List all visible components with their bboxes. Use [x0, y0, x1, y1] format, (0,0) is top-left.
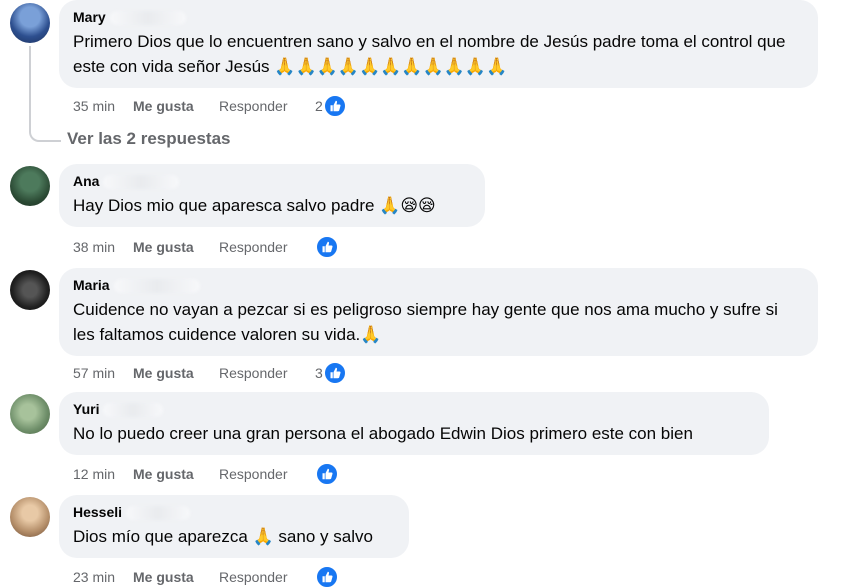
comment-text: Dios mío que aparezca 🙏 sano y salvo — [73, 527, 373, 546]
like-button[interactable]: Me gusta — [133, 239, 219, 255]
comment-actions: 38 min Me gusta Responder — [73, 236, 338, 258]
redacted-name — [126, 505, 191, 520]
comment-author[interactable]: Mary — [73, 8, 106, 27]
comment-time[interactable]: 38 min — [73, 239, 133, 255]
like-reaction-icon — [323, 95, 346, 117]
reaction-summary[interactable]: 3 — [315, 362, 346, 384]
reply-button[interactable]: Responder — [219, 569, 315, 585]
comment-bubble: Maria Cuidence no vayan a pezcar si es p… — [59, 268, 818, 356]
like-reaction-icon — [316, 463, 338, 485]
comment-bubble: Mary Primero Dios que lo encuentren sano… — [59, 0, 818, 88]
comment-time[interactable]: 35 min — [73, 98, 133, 114]
comment-actions: 12 min Me gusta Responder — [73, 463, 338, 485]
comment-time[interactable]: 57 min — [73, 365, 133, 381]
like-button[interactable]: Me gusta — [133, 98, 219, 114]
redacted-name — [103, 402, 164, 417]
user-avatar-icon[interactable] — [10, 166, 50, 206]
comment-text: Cuidence no vayan a pezcar si es peligro… — [73, 300, 778, 344]
comment-author[interactable]: Hesseli — [73, 503, 122, 522]
comment-bubble: Ana Hay Dios mio que aparesca salvo padr… — [59, 164, 485, 227]
comment-actions: 35 min Me gusta Responder 2 — [73, 95, 346, 117]
redacted-name — [103, 174, 180, 189]
comment-time[interactable]: 12 min — [73, 466, 133, 482]
reaction-summary[interactable] — [315, 463, 338, 485]
like-reaction-icon — [323, 362, 346, 384]
reply-button[interactable]: Responder — [219, 239, 315, 255]
reply-button[interactable]: Responder — [219, 466, 315, 482]
like-button[interactable]: Me gusta — [133, 569, 219, 585]
like-button[interactable]: Me gusta — [133, 365, 219, 381]
comment-bubble: Yuri No lo puedo creer una gran persona … — [59, 392, 769, 455]
comment-text: Primero Dios que lo encuentren sano y sa… — [73, 32, 786, 76]
user-avatar-icon[interactable] — [10, 394, 50, 434]
reaction-count: 3 — [315, 365, 323, 381]
comment-text: No lo puedo creer una gran persona el ab… — [73, 424, 693, 443]
reply-button[interactable]: Responder — [219, 98, 315, 114]
thread-connector — [29, 46, 61, 142]
comment-actions: 57 min Me gusta Responder 3 — [73, 362, 346, 384]
like-reaction-icon — [316, 236, 338, 258]
redacted-name — [113, 278, 200, 293]
comment-actions: 23 min Me gusta Responder — [73, 566, 338, 588]
comment-text: Hay Dios mio que aparesca salvo padre 🙏😪… — [73, 196, 436, 215]
like-reaction-icon — [316, 566, 338, 588]
redacted-name — [109, 10, 186, 25]
reaction-summary[interactable] — [315, 566, 338, 588]
comment-time[interactable]: 23 min — [73, 569, 133, 585]
comment-author[interactable]: Yuri — [73, 400, 99, 419]
comment-bubble: Hesseli Dios mío que aparezca 🙏 sano y s… — [59, 495, 409, 558]
reaction-summary[interactable]: 2 — [315, 95, 346, 117]
like-button[interactable]: Me gusta — [133, 466, 219, 482]
comment-author[interactable]: Maria — [73, 276, 110, 295]
reply-button[interactable]: Responder — [219, 365, 315, 381]
user-avatar-icon[interactable] — [10, 270, 50, 310]
user-avatar-icon[interactable] — [10, 497, 50, 537]
user-avatar-icon[interactable] — [10, 3, 50, 43]
view-replies-link[interactable]: Ver las 2 respuestas — [67, 129, 231, 149]
comment-author[interactable]: Ana — [73, 172, 99, 191]
reaction-count: 2 — [315, 98, 323, 114]
reaction-summary[interactable] — [315, 236, 338, 258]
